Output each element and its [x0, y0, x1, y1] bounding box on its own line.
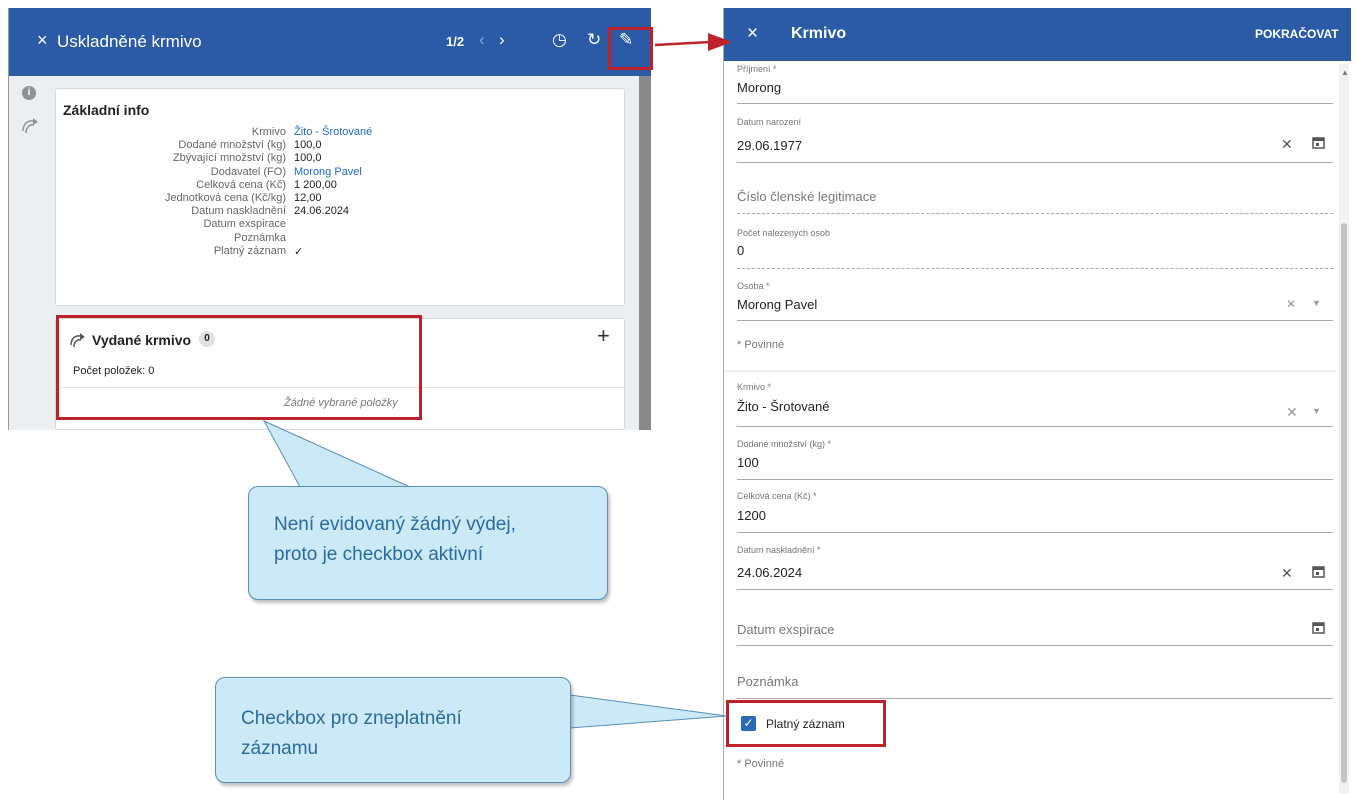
callout-line: Není evidovaný žádný výdej,	[274, 514, 516, 535]
annotation-arrows	[262, 33, 732, 729]
callout-line: proto je checkbox aktivní	[274, 544, 484, 565]
callout-no-issue: Není evidovaný žádný výdej, proto je che…	[248, 486, 608, 600]
callout-line: záznamu	[241, 738, 319, 759]
callout-checkbox: Checkbox pro zneplatnění záznamu	[215, 677, 571, 783]
callout-line: Checkbox pro zneplatnění	[241, 708, 462, 729]
